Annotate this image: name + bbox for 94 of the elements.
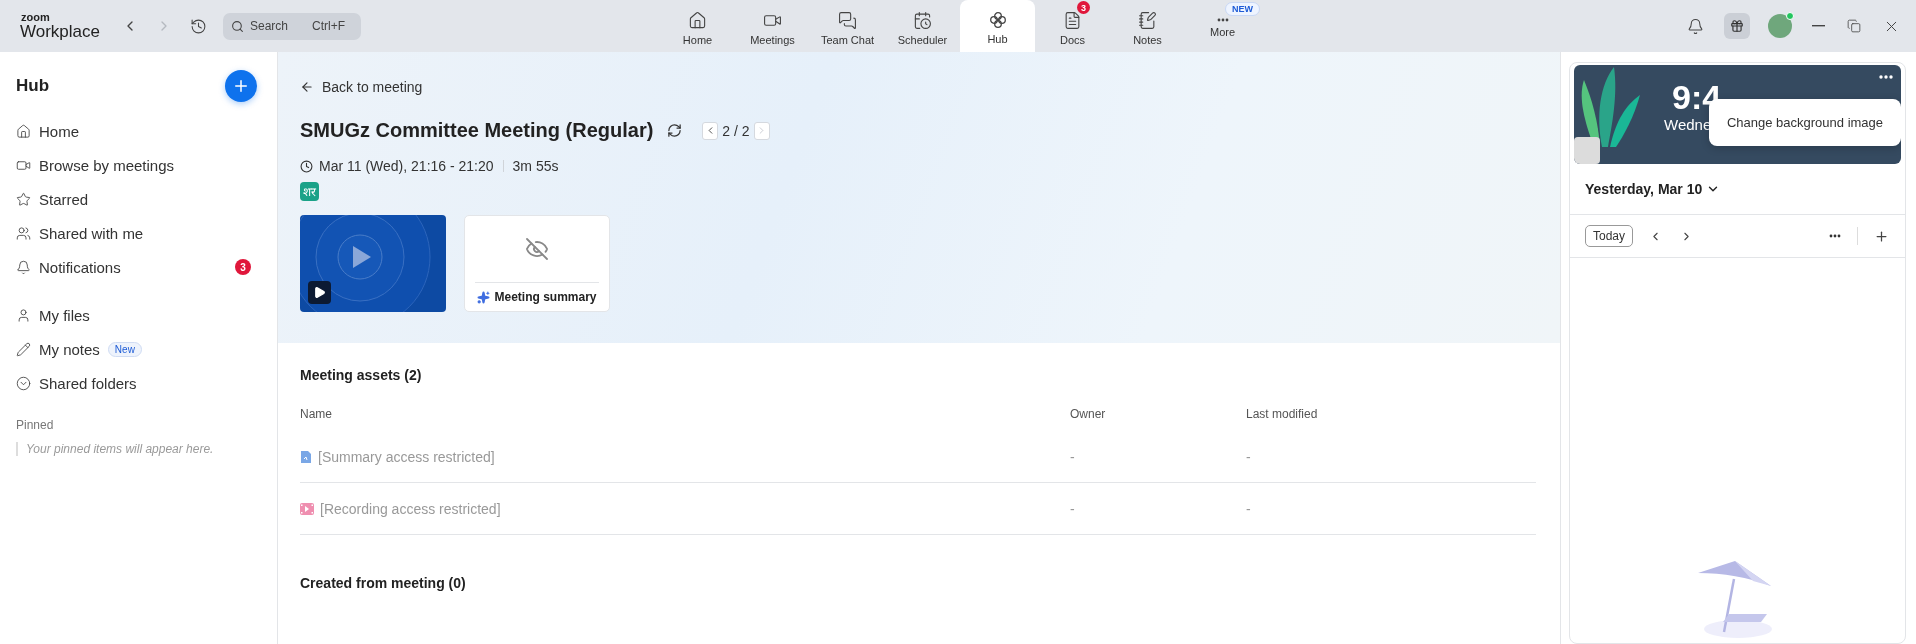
sidebar-item[interactable]: Notifications 3 [16, 250, 261, 284]
search-field[interactable]: Search [250, 19, 306, 33]
new-tag: New [107, 341, 142, 357]
sidebar-item[interactable]: Shared folders [16, 366, 261, 400]
bell-icon [16, 259, 31, 275]
table-cell-text: - [1246, 448, 1252, 465]
section-heading: Pinned [16, 418, 55, 432]
nav-tab[interactable]: Scheduler [885, 0, 960, 52]
sidebar-item[interactable]: Home [16, 114, 261, 148]
nav-tab[interactable]: Home [660, 0, 735, 52]
more-icon [1879, 75, 1893, 79]
today-button[interactable]: Today [1585, 225, 1634, 247]
gift-button[interactable] [1724, 13, 1750, 39]
count-badge: 3 [235, 259, 251, 275]
meeting-title: SMUGz Committee Meeting (Regular) [300, 119, 654, 142]
sparkle-icon [477, 290, 491, 304]
more-button[interactable] [1827, 232, 1843, 240]
home-icon [16, 123, 31, 139]
table-cell-text: - [1070, 500, 1076, 517]
clover-icon [988, 11, 1007, 29]
nav-tab[interactable]: 3 Docs [1035, 0, 1110, 52]
sidebar-item[interactable]: Browse by meetings [16, 148, 261, 182]
more-icon [1829, 234, 1841, 238]
plus-icon [1874, 228, 1889, 244]
notebook-icon [1138, 10, 1157, 30]
play-icon [313, 286, 326, 299]
item-label: My notes [39, 340, 100, 358]
circle-chevron-icon [16, 375, 31, 391]
nav-tab[interactable]: NEW More [1185, 0, 1260, 52]
home-icon [688, 10, 707, 30]
gift-icon [1730, 18, 1744, 34]
section-heading: Meeting assets (2) [300, 367, 423, 383]
column-header: Last modified [1246, 407, 1319, 421]
sidebar-item[interactable]: Starred [16, 182, 261, 216]
plus-icon [232, 77, 250, 95]
minimize-icon [1812, 25, 1825, 27]
clock-icon [300, 159, 313, 173]
date-picker[interactable]: Yesterday, Mar 10 [1570, 164, 1721, 214]
item-label: Browse by meetings [39, 156, 175, 174]
search-icon [231, 19, 244, 33]
item-label: Home [39, 122, 79, 140]
add-button[interactable] [225, 70, 257, 102]
app-name: Workplace [20, 23, 100, 40]
star-icon [16, 191, 31, 207]
nav-tab[interactable]: Notes [1110, 0, 1185, 52]
clock-day: Wedne [1664, 116, 1712, 134]
nav-tab[interactable]: Team Chat [810, 0, 885, 52]
film-icon [300, 502, 314, 515]
nav-tab[interactable]: Meetings [735, 0, 810, 52]
section-heading: Created from meeting (0) [300, 575, 467, 591]
refresh-icon [667, 123, 683, 138]
back-link[interactable]: Back to meeting [300, 79, 423, 95]
people-icon [16, 225, 31, 241]
sidebar-item[interactable]: Shared with me [16, 216, 261, 250]
logo-text: zoom [20, 12, 51, 23]
table-cell: [Summary access restricted] [318, 448, 495, 465]
sidebar-title: Hub [16, 76, 50, 96]
participant-tag: शर [300, 182, 319, 201]
meeting-date: Mar 11 (Wed), 21:16 - 21:20 [319, 158, 494, 174]
bell-icon [1687, 17, 1704, 35]
item-label: Shared with me [39, 224, 144, 242]
play-button[interactable] [308, 281, 331, 304]
person-icon [16, 307, 31, 323]
count-badge: 3 [1077, 1, 1090, 14]
item-label: My files [39, 306, 90, 324]
chat-bubbles-icon [838, 10, 857, 30]
dots-icon [1216, 18, 1229, 22]
sidebar-item[interactable]: My notes New [16, 332, 261, 366]
shortcut-hint: Ctrl+F [312, 19, 345, 33]
document-icon [1063, 10, 1082, 30]
column-header: Name [300, 407, 333, 421]
table-cell: [Recording access restricted] [320, 500, 501, 517]
table-cell-text: - [1246, 500, 1252, 517]
page-count: 2 / 2 [722, 122, 750, 139]
item-label: Notifications [39, 258, 121, 276]
history-icon [190, 17, 207, 35]
item-label: Starred [39, 190, 89, 208]
table-cell-text: - [1070, 448, 1076, 465]
pencil-icon [16, 341, 31, 357]
sidebar-item[interactable]: My files [16, 298, 261, 332]
restore-button[interactable] [1845, 17, 1863, 35]
new-tag: NEW [1225, 2, 1260, 16]
item-label: Shared folders [39, 374, 137, 392]
hidden-eye-icon [525, 237, 549, 261]
card-label: Meeting summary [494, 290, 597, 304]
restore-icon [1847, 19, 1861, 33]
document-icon [300, 449, 312, 464]
column-header: Owner [1070, 407, 1107, 421]
meeting-duration: 3m 55s [512, 158, 559, 174]
empty-message: Your pinned items will appear here. [16, 442, 261, 456]
nav-tab[interactable]: Hub [960, 0, 1035, 52]
summary-card[interactable]: Meeting summary [464, 215, 610, 312]
more-button[interactable] [1879, 75, 1893, 79]
calendar-clock-icon [913, 10, 932, 30]
